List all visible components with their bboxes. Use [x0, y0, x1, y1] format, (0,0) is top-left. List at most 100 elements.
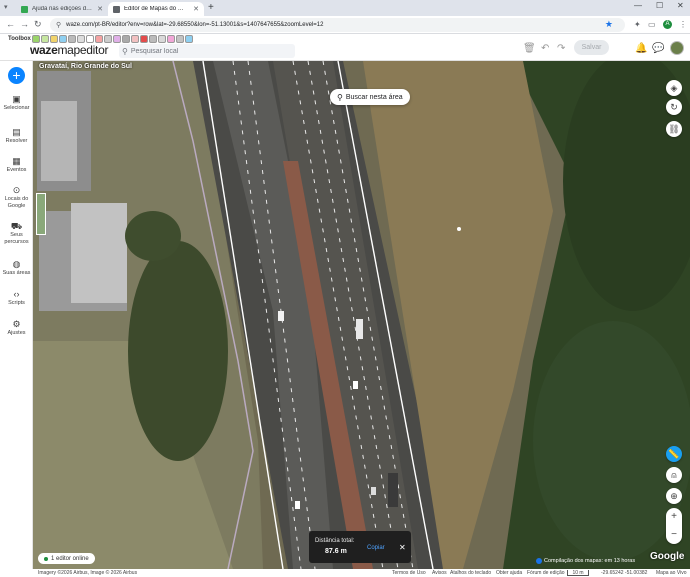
terms-link[interactable]: Termos de Uso	[392, 570, 426, 576]
address-bar[interactable]: ⚲ waze.com/pt-BR/editor?env=row&lat=-29.…	[50, 18, 625, 32]
close-tab-icon[interactable]: ✕	[97, 5, 103, 13]
maximize-icon[interactable]: ☐	[656, 1, 663, 10]
search-input[interactable]	[130, 47, 281, 55]
toolbox-tool-icon[interactable]	[95, 35, 103, 43]
close-window-icon[interactable]: ✕	[677, 1, 684, 10]
sidebar-item-label: Eventos	[6, 167, 27, 173]
toolbox-label[interactable]: Toolbox	[8, 36, 31, 42]
toolbox-tool-icon[interactable]	[86, 35, 94, 43]
extensions-icon[interactable]: ✦	[634, 20, 641, 29]
cursor-coordinates: -29.65242 -51.00382	[601, 570, 648, 576]
code-icon: ‹›	[13, 289, 20, 299]
toolbox-tool-icon[interactable]	[167, 35, 175, 43]
sidepanel-icon[interactable]: ▭	[648, 20, 656, 29]
profile-avatar[interactable]: A	[663, 20, 672, 29]
copy-distance-button[interactable]: Copiar	[367, 545, 385, 551]
redo-icon[interactable]: ↷	[557, 43, 565, 54]
reload-icon[interactable]: ↻	[34, 19, 42, 30]
map-footer: Imagery ©2026 Airbus, Image © 2026 Airbu…	[0, 569, 690, 577]
sidebar-item-scripts[interactable]: ‹› Scripts	[0, 289, 33, 306]
layers-select-icon: ▣	[12, 94, 21, 104]
tab-help[interactable]: Ajuda nas edições do mapa | Fó ✕	[16, 2, 108, 16]
bookmark-star-icon[interactable]: ★	[605, 19, 613, 30]
layer-thumbnails[interactable]	[36, 193, 46, 235]
toolbox-tool-icon[interactable]	[32, 35, 40, 43]
sidebar-item-select[interactable]: ▣ Selecionar	[0, 94, 33, 111]
toolbox-tool-icon[interactable]	[59, 35, 67, 43]
sidebar-item-label: Locais do Google	[4, 196, 29, 209]
calendar-icon: ▦	[12, 156, 21, 166]
distance-label: Distância total:	[315, 538, 355, 544]
zoom-control: + −	[666, 508, 682, 544]
sidebar-item-label: Selecionar	[3, 105, 30, 111]
new-tab-icon[interactable]: +	[208, 2, 214, 13]
browser-menu-icon[interactable]: ⋮	[679, 20, 687, 29]
toolbox-tool-icon[interactable]	[113, 35, 121, 43]
help-link[interactable]: Obter ajuda	[496, 570, 522, 576]
distance-panel: Distância total: 87.6 m Copiar ✕	[309, 531, 411, 563]
sidebar-item-label: Seus percursos	[4, 232, 29, 245]
close-icon[interactable]: ✕	[399, 543, 406, 552]
toolbox-tool-icon[interactable]	[41, 35, 49, 43]
toolbox-tool-icon[interactable]	[140, 35, 148, 43]
tab-search-icon[interactable]: ▾	[4, 3, 8, 11]
distance-value: 87.6 m	[325, 548, 347, 555]
refresh-icon[interactable]: ↻	[666, 99, 682, 115]
favicon-icon	[113, 5, 120, 13]
editors-online-badge[interactable]: 1 editor online	[38, 553, 95, 564]
toolbox-tool-icon[interactable]	[122, 35, 130, 43]
locate-icon[interactable]: ⊕	[666, 488, 682, 504]
sidebar-item-google-places[interactable]: ⊙ Locais do Google	[0, 185, 33, 210]
sidebar-item-label: Ajustes	[7, 330, 26, 336]
compile-notice-text: Compilação dos mapas: em 13 horas	[544, 558, 636, 564]
search-box[interactable]: ⚲	[119, 44, 295, 58]
undo-icon[interactable]: ↶	[541, 43, 549, 54]
sidebar-item-your-areas[interactable]: ◍ Suas áreas	[0, 259, 33, 276]
toolbox-tool-icon[interactable]	[176, 35, 184, 43]
search-icon: ⚲	[337, 92, 343, 102]
site-info-icon[interactable]: ⚲	[56, 21, 61, 29]
gear-icon: ⚙	[12, 319, 21, 329]
sidebar-item-events[interactable]: ▦ Eventos	[0, 156, 33, 173]
forward-icon[interactable]: →	[20, 19, 29, 29]
sidebar-item-your-drives[interactable]: ⛟ Seus percursos	[0, 221, 33, 246]
map-canvas[interactable]: Gravataí, Rio Grande do Sul ⚲ Buscar nes…	[33, 61, 690, 569]
street-view-icon[interactable]: ⍝	[666, 467, 682, 483]
avatar[interactable]	[670, 41, 684, 55]
chat-icon[interactable]: 💬	[652, 43, 664, 54]
location-label: Gravataí, Rio Grande do Sul	[39, 63, 132, 70]
save-button[interactable]: Salvar	[574, 40, 609, 55]
link-icon[interactable]: ⛓	[666, 121, 682, 137]
minimize-icon[interactable]: —	[634, 1, 642, 10]
sidebar-item-settings[interactable]: ⚙ Ajustes	[0, 319, 33, 336]
toolbox-tool-icon[interactable]	[104, 35, 112, 43]
close-tab-icon[interactable]: ✕	[193, 5, 199, 13]
tab-title: Ajuda nas edições do mapa | Fó	[32, 6, 93, 12]
toolbox-tool-icon[interactable]	[158, 35, 166, 43]
sidebar-item-resolve[interactable]: ▤ Resolver	[0, 127, 33, 144]
toolbox-tool-icon[interactable]	[185, 35, 193, 43]
toolbox-tool-icon[interactable]	[68, 35, 76, 43]
zoom-in-button[interactable]: +	[666, 508, 682, 526]
toolbox-tool-icon[interactable]	[77, 35, 85, 43]
toolbox-tool-icon[interactable]	[131, 35, 139, 43]
toolbox-tool-icon[interactable]	[149, 35, 157, 43]
map-key-link[interactable]: Mapa ao Vivo	[656, 570, 686, 576]
trash-icon[interactable]: 🗑	[523, 43, 536, 54]
notices-link[interactable]: Avisos	[432, 570, 447, 576]
zoom-out-button[interactable]: −	[666, 526, 682, 544]
shortcuts-link[interactable]: Atalhos do teclado	[450, 570, 491, 576]
back-icon[interactable]: ←	[6, 19, 15, 29]
favicon-icon	[21, 5, 28, 13]
add-button[interactable]: +	[8, 67, 25, 84]
toolbox-icons	[32, 35, 193, 43]
tab-waze-editor[interactable]: Editor de Mapas do Waze ✕	[108, 2, 204, 16]
search-this-area-button[interactable]: ⚲ Buscar nesta área	[330, 89, 410, 105]
forum-link[interactable]: Fórum de edição	[527, 570, 565, 576]
layers-icon[interactable]: ◈	[666, 80, 682, 96]
browser-address-row: ← → ↻ ⚲ waze.com/pt-BR/editor?env=row&la…	[0, 16, 690, 34]
toolbox-tool-icon[interactable]	[50, 35, 58, 43]
waze-logo: wazemapeditor	[30, 43, 108, 57]
measure-icon[interactable]: 📏	[666, 446, 682, 462]
notifications-icon[interactable]: 🔔	[635, 43, 647, 54]
